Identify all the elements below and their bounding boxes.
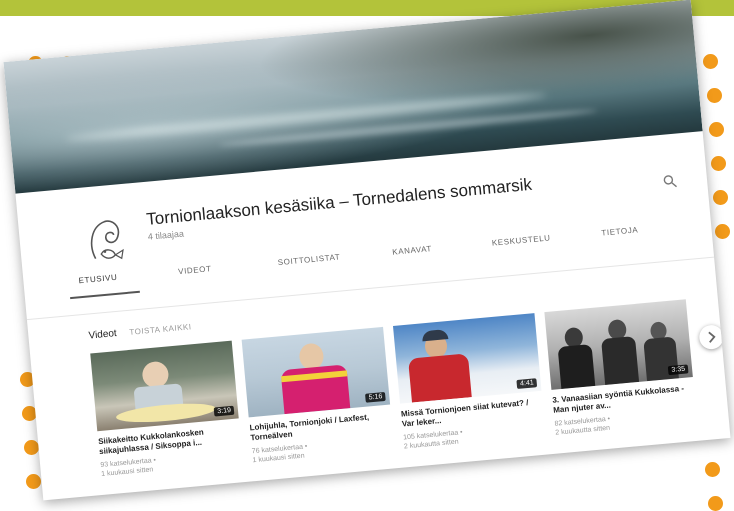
tab-channels[interactable]: KANAVAT bbox=[392, 244, 433, 267]
tab-videos[interactable]: VIDEOT bbox=[178, 264, 213, 286]
chevron-right-icon bbox=[708, 331, 716, 343]
video-duration: 3:35 bbox=[668, 364, 689, 376]
search-icon[interactable] bbox=[662, 174, 677, 189]
carousel-next-button[interactable] bbox=[698, 324, 725, 351]
play-all-button[interactable]: TOISTA KAIKKI bbox=[129, 322, 192, 337]
video-card[interactable]: 3:19 Siikakeitto Kukkolankosken siikajuh… bbox=[90, 340, 244, 493]
banner-water-mist bbox=[218, 106, 598, 149]
decor-dot bbox=[708, 496, 723, 511]
decor-dot bbox=[26, 474, 41, 489]
tab-discussion[interactable]: KESKUSTELU bbox=[491, 233, 551, 257]
channel-title: Tornionlaakson kesäsiika – Tornedalens s… bbox=[145, 174, 533, 229]
channel-avatar[interactable] bbox=[82, 211, 135, 267]
tab-home[interactable]: ETUSIVU bbox=[78, 273, 118, 295]
decor-dot bbox=[705, 462, 720, 477]
decor-dot bbox=[715, 224, 730, 239]
video-duration: 3:19 bbox=[214, 405, 235, 417]
tab-about[interactable]: TIETOJA bbox=[601, 225, 640, 247]
video-duration: 5:16 bbox=[365, 391, 386, 403]
video-card[interactable]: 4:41 Missä Tornionjoen siiat kutevat? / … bbox=[392, 313, 547, 465]
tab-playlists[interactable]: SOITTOLISTAT bbox=[277, 252, 341, 277]
decor-dot bbox=[24, 440, 39, 455]
video-card[interactable]: 5:16 Lohijuhla, Tornionjoki / Laxfest, T… bbox=[241, 326, 396, 479]
video-duration: 4:41 bbox=[516, 378, 538, 389]
decor-dot bbox=[713, 190, 728, 205]
video-thumbnail[interactable]: 3:19 bbox=[90, 340, 239, 432]
decor-dot bbox=[703, 54, 718, 69]
video-thumbnail[interactable]: 4:41 bbox=[392, 313, 542, 404]
video-thumbnail[interactable]: 3:35 bbox=[544, 299, 693, 390]
channel-page: Tornionlaakson kesäsiika – Tornedalens s… bbox=[3, 0, 731, 501]
thumb-person-body bbox=[557, 344, 596, 389]
section-title: Videot bbox=[88, 328, 118, 342]
thumb-person-body bbox=[601, 336, 640, 385]
thumb-person-body bbox=[408, 353, 472, 403]
decor-dot bbox=[711, 156, 726, 171]
thumb-soup-pot bbox=[115, 400, 217, 426]
video-thumbnail[interactable]: 5:16 bbox=[241, 326, 391, 418]
video-card[interactable]: 3:35 3. Vanaasiian syöntiä Kukkolassa - … bbox=[544, 299, 698, 451]
fish-logo-icon bbox=[90, 220, 124, 260]
channel-screenshot: Tornionlaakson kesäsiika – Tornedalens s… bbox=[3, 0, 731, 501]
decor-dot bbox=[709, 122, 724, 137]
subscriber-count: 4 tilaajaa bbox=[147, 228, 185, 242]
decor-dot bbox=[707, 88, 722, 103]
videos-section-header: Videot TOISTA KAIKKI bbox=[88, 321, 192, 341]
